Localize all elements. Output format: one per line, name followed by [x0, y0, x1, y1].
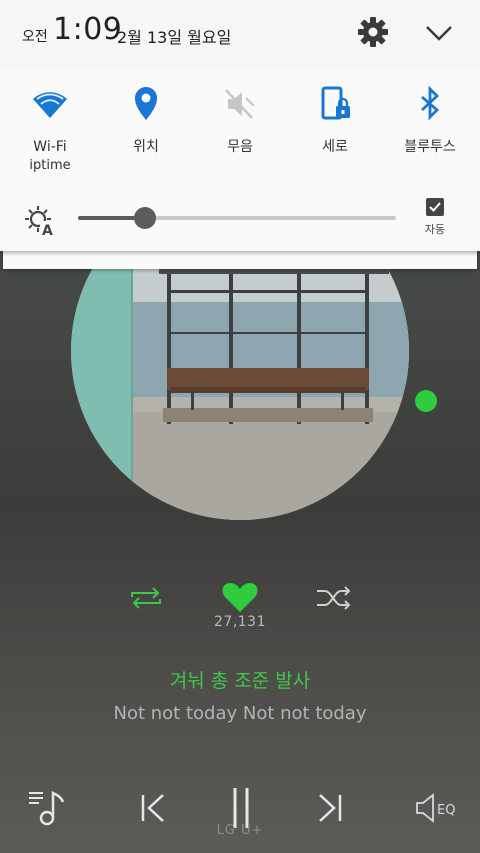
tile-mute[interactable]: 무음: [192, 84, 288, 184]
next-icon: [319, 794, 342, 822]
date-label: 2월 13일 월요일: [117, 28, 232, 47]
tile-mute-label: 무음: [227, 139, 253, 155]
chevron-down-icon: [426, 26, 452, 41]
equalizer-button[interactable]: EQ: [414, 790, 460, 826]
like-count: 27,131: [214, 614, 266, 630]
collapse-button[interactable]: [423, 20, 455, 46]
location-icon: [135, 87, 157, 120]
playlist-icon: [29, 790, 65, 826]
previous-button[interactable]: [134, 790, 170, 826]
heart-icon: [222, 583, 258, 612]
tile-bluetooth-label: 블루투스: [404, 139, 456, 155]
ampm-label: 오전: [22, 29, 48, 45]
auto-brightness-toggle[interactable]: 자동: [416, 198, 454, 242]
song-title: 겨눠 총 조준 발사: [169, 670, 311, 692]
tile-wifi[interactable]: Wi-Fi iptime: [2, 84, 98, 184]
tile-location-label: 위치: [133, 139, 159, 155]
shuffle-button[interactable]: [312, 583, 356, 613]
tile-rotation[interactable]: 세로: [287, 84, 383, 184]
repeat-button[interactable]: [126, 583, 166, 613]
shuffle-icon: [317, 586, 351, 610]
repeat-icon: [131, 587, 161, 609]
brightness-slider-thumb[interactable]: [133, 207, 156, 229]
carrier-label: LG U+: [216, 823, 264, 838]
wifi-icon: [33, 92, 67, 118]
equalizer-icon: EQ: [416, 793, 455, 823]
svg-text:A: A: [42, 223, 53, 236]
brightness-icon: A: [24, 204, 56, 239]
auto-brightness-label: 자동: [424, 223, 446, 236]
tile-location[interactable]: 위치: [98, 84, 194, 184]
clock: 1:09: [53, 12, 123, 47]
bluetooth-icon: [421, 85, 440, 121]
tile-rotation-label: 세로: [322, 139, 348, 155]
checkbox-checked-icon: [426, 198, 444, 216]
lyric-line: Not not today Not not today: [113, 703, 367, 724]
status-header: 오전 1:09 2월 13일 월요일: [0, 0, 480, 70]
playlist-button[interactable]: [26, 786, 70, 828]
tile-wifi-label: Wi-Fi: [33, 139, 67, 155]
tile-wifi-network: iptime: [29, 158, 71, 173]
like-button[interactable]: [218, 580, 262, 614]
shade-edge: [3, 251, 477, 269]
mute-icon: [225, 89, 255, 119]
next-button[interactable]: [313, 790, 349, 826]
settings-button[interactable]: [357, 16, 389, 48]
tile-bluetooth[interactable]: 블루투스: [382, 84, 478, 184]
previous-icon: [141, 794, 164, 822]
brightness-slider[interactable]: [78, 207, 396, 229]
gear-icon: [358, 17, 388, 47]
portrait-lock-icon: [321, 86, 350, 120]
svg-text:EQ: EQ: [437, 803, 455, 818]
notification-shade: 오전 1:09 2월 13일 월요일 Wi-Fi iptime 위치 무음 세로…: [0, 0, 480, 251]
progress-handle[interactable]: [415, 390, 437, 412]
